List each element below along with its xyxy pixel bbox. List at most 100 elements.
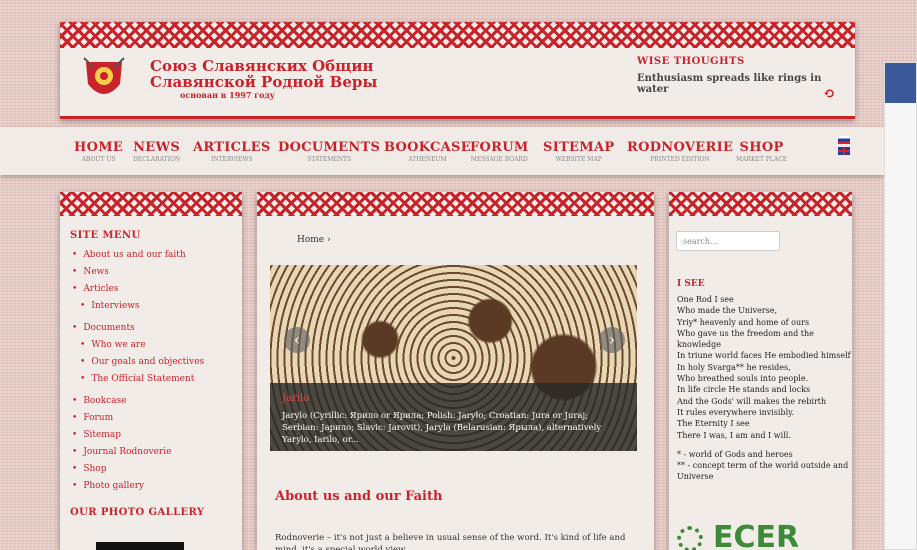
menu-item-forum[interactable]: Forum [72,410,242,427]
poem-line: In triune world faces He embodied himsel… [677,351,851,361]
facebook-widget-header [885,63,916,103]
menu-item-articles[interactable]: Articles [72,281,242,298]
sidebar-ornament [60,192,242,216]
ecer-logo[interactable]: ECER [677,520,847,550]
nav-home[interactable]: HOME ABOUT US [74,140,123,163]
wise-thoughts-title: WISE THOUGHTS [637,56,745,67]
poem-line: And the Gods' will makes the rebirth [677,396,827,406]
nav-documents-sub: STATEMENTS [307,156,352,163]
menu-item-journal[interactable]: Journal Rodnoverie [72,444,242,461]
site-menu-heading: SITE MENU [70,230,141,241]
slider-prev-icon[interactable]: ‹ [284,327,310,353]
photo-gallery-thumbnail[interactable] [96,542,184,550]
nav-forum-sub: MESSAGE BOARD [470,156,528,163]
header-ornament [60,22,855,48]
language-switcher [838,136,850,155]
menu-item-sitemap[interactable]: Sitemap [72,427,242,444]
poem-title: I SEE [677,279,705,289]
right-sidebar: search... I SEE One Rod I see Who made t… [669,192,852,550]
poem-line: Who gave us the freedom and the [677,328,814,338]
main-nav: HOME ABOUT US NEWS DECLARATION ARTICLES … [0,127,885,175]
nav-shop[interactable]: SHOP MARKET PLACE [736,140,787,163]
breadcrumb-separator-icon: › [327,235,331,245]
english-flag-icon[interactable] [838,147,850,155]
site-title[interactable]: Союз Славянских Общин Славянской Родной … [150,58,377,90]
nav-documents[interactable]: DOCUMENTS STATEMENTS [278,140,380,163]
nav-sitemap-label: SITEMAP [543,140,615,155]
refresh-icon[interactable]: ⟲ [823,86,835,102]
main-content: Home › ‹ › Jarilo Jarylo (Cyrillic: Ярил… [257,192,654,550]
poem-line: knowledge [677,340,721,350]
nav-home-label: HOME [74,140,124,155]
poem-line: It rules everywhere invisibly. [677,407,795,417]
nav-documents-label: DOCUMENTS [278,140,381,155]
site-title-line1: Союз Славянских Общин [150,57,374,75]
poem-line: There I was, I am and I will. [677,430,791,440]
nav-news[interactable]: NEWS DECLARATION [133,140,180,163]
poem-line: In holy Svarga** he resides, [677,362,791,372]
slide-text: Jarylo (Cyrillic: Ярило or Ярила; Polish… [282,411,602,445]
poem-line: One Rod I see [677,295,734,304]
nav-news-label: NEWS [133,140,181,155]
menu-item-goals[interactable]: Our goals and objectives [72,354,242,371]
slide-caption: Jarilo Jarylo (Cyrillic: Ярило or Ярила;… [270,383,637,451]
nav-articles-sub: INTERVIEWS [210,156,253,163]
header-divider [60,116,855,119]
menu-item-documents[interactable]: Documents [72,320,242,337]
poem-line: Yriy* heavenly and home of ours [677,317,810,327]
nav-articles-label: ARTICLES [193,140,271,155]
nav-bookcase[interactable]: BOOKCASE ATHENEUM [384,140,471,163]
nav-bookcase-label: BOOKCASE [384,140,471,155]
nav-bookcase-sub: ATHENEUM [408,156,447,163]
menu-item-interviews[interactable]: Interviews [72,298,242,315]
nav-rodnoverie-sub: PRINTED EDITION [650,156,710,163]
footnote-2: ** - concept term of the world outside a… [677,461,849,482]
breadcrumb: Home › [297,235,331,245]
poem-line: In life circle He stands and locks [677,385,811,395]
menu-item-photo-gallery[interactable]: Photo gallery [72,478,242,495]
menu-item-shop[interactable]: Shop [72,461,242,478]
wise-thoughts-text: Enthusiasm spreads like rings in water [637,73,822,95]
nav-forum[interactable]: FORUM MESSAGE BOARD [470,140,529,163]
facebook-widget[interactable] [884,62,917,550]
right-ornament [669,192,852,216]
footnote-1: * - world of Gods and heroes [677,449,793,459]
menu-item-news[interactable]: News [72,264,242,281]
menu-item-bookcase[interactable]: Bookcase [72,393,242,410]
site-title-line2: Славянской Родной Веры [150,73,378,91]
nav-sitemap[interactable]: SITEMAP WEBSITE MAP [543,140,614,163]
nav-home-sub: ABOUT US [81,156,116,163]
nav-sitemap-sub: WEBSITE MAP [555,156,602,163]
nav-rodnoverie[interactable]: RODNOVERIE PRINTED EDITION [627,140,733,163]
russian-flag-icon[interactable] [838,136,850,144]
wise-thoughts: WISE THOUGHTS Enthusiasm spreads like ri… [637,56,837,95]
menu-item-about[interactable]: About us and our faith [72,247,242,264]
photo-gallery-heading: OUR PHOTO GALLERY [70,507,205,518]
menu-item-official-statement[interactable]: The Official Statement [72,371,242,388]
poem-line: The Eternity I see [677,419,750,429]
poem-line: Who breathed souls into people. [677,374,809,384]
content-ornament [257,192,654,216]
site-subtitle: основан в 1997 году [180,90,275,100]
article-text: Rodnoverie – it's not just a believe in … [275,533,626,550]
site-header: Союз Славянских Общин Славянской Родной … [60,22,855,119]
left-sidebar: SITE MENU About us and our faith News Ar… [60,192,242,550]
nav-rodnoverie-label: RODNOVERIE [627,140,734,155]
search-input[interactable]: search... [676,231,780,251]
site-menu: About us and our faith News Articles Int… [60,247,242,495]
nav-news-sub: DECLARATION [133,156,181,163]
slider-next-icon[interactable]: › [599,327,625,353]
poem-line: Who made the Universe, [677,306,778,316]
nav-forum-label: FORUM [470,140,529,155]
nav-articles[interactable]: ARTICLES INTERVIEWS [193,140,271,163]
poem: One Rod I see Who made the Universe, Yri… [677,294,852,483]
article-title[interactable]: About us and our Faith [275,489,442,504]
ecer-text: ECER [713,520,800,550]
menu-item-who-we-are[interactable]: Who we are [72,337,242,354]
breadcrumb-home[interactable]: Home [297,235,324,245]
slide-title[interactable]: Jarilo [282,393,625,404]
nav-shop-sub: MARKET PLACE [736,156,788,163]
nav-shop-label: SHOP [739,140,784,155]
site-logo[interactable] [82,54,126,106]
image-slider[interactable]: ‹ › Jarilo Jarylo (Cyrillic: Ярило or Яр… [270,265,637,451]
